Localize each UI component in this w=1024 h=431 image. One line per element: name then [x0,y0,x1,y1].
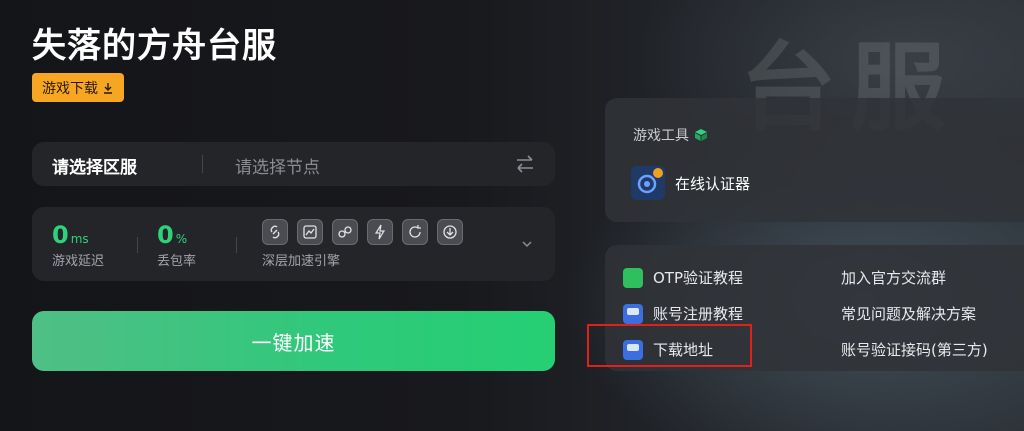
chevron-down-icon[interactable] [520,237,534,251]
online-authenticator-label: 在线认证器 [675,174,751,193]
authenticator-icon [631,166,665,200]
nodes-icon[interactable] [332,219,358,245]
server-select-panel[interactable]: 请选择区服 请选择节点 [32,142,555,186]
highlight-box [587,324,752,367]
download-circle-icon[interactable] [437,219,463,245]
link-icon[interactable] [262,219,288,245]
game-tools-title: 游戏工具 [633,128,689,144]
account-registration-tutorial-link[interactable]: 账号注册教程 [623,303,743,324]
latency-stat: 0 ms 游戏延迟 [52,221,104,269]
game-tools-heading: 游戏工具 [633,125,708,145]
chart-icon[interactable] [297,219,323,245]
account-verification-sms-link[interactable]: 账号验证接码(第三方) [841,339,988,360]
game-download-button[interactable]: 游戏下载 [32,73,124,102]
latency-label: 游戏延迟 [52,254,105,269]
game-tools-panel: 游戏工具 在线认证器 [605,98,1024,222]
one-click-accelerate-button[interactable]: 一键加速 [32,311,555,371]
region-select[interactable]: 请选择区服 [52,153,137,178]
latency-unit: ms [70,232,89,246]
faq-label: 常见问题及解决方案 [841,305,977,323]
engine-feature-icons [262,219,463,245]
faq-link[interactable]: 常见问题及解决方案 [841,303,976,324]
otp-tutorial-label: OTP验证教程 [653,269,744,287]
packet-loss-value: 0 [157,221,174,249]
divider [236,237,237,253]
packet-loss-label: 丢包率 [157,254,197,269]
bolt-icon[interactable] [367,219,393,245]
engine-label: 深层加速引擎 [262,254,341,269]
acceleration-stats-panel: 0 ms 游戏延迟 0% 丢包率 深层加速引擎 [32,207,555,281]
latency-value: 0 [52,221,69,249]
refresh-icon[interactable] [402,219,428,245]
divider [137,237,138,253]
download-icon [104,82,112,94]
account-registration-tutorial-label: 账号注册教程 [653,305,744,323]
page-title: 失落的方舟台服 [32,26,277,66]
join-official-group-label: 加入官方交流群 [841,269,947,287]
game-download-label: 游戏下载 [42,80,98,97]
online-authenticator-tool[interactable]: 在线认证器 [631,166,750,200]
packet-loss-unit: % [175,232,188,246]
account-verification-sms-label: 账号验证接码(第三方) [841,341,988,359]
join-official-group-link[interactable]: 加入官方交流群 [841,267,946,288]
divider [202,155,203,173]
cube-icon [695,129,707,141]
www-icon [623,303,643,324]
otp-tutorial-link[interactable]: OTP验证教程 [623,267,743,288]
node-select[interactable]: 请选择节点 [235,153,320,178]
swap-arrows-icon[interactable] [514,154,536,174]
link-icon [623,267,643,288]
packet-loss-stat: 0% 丢包率 [157,221,196,269]
